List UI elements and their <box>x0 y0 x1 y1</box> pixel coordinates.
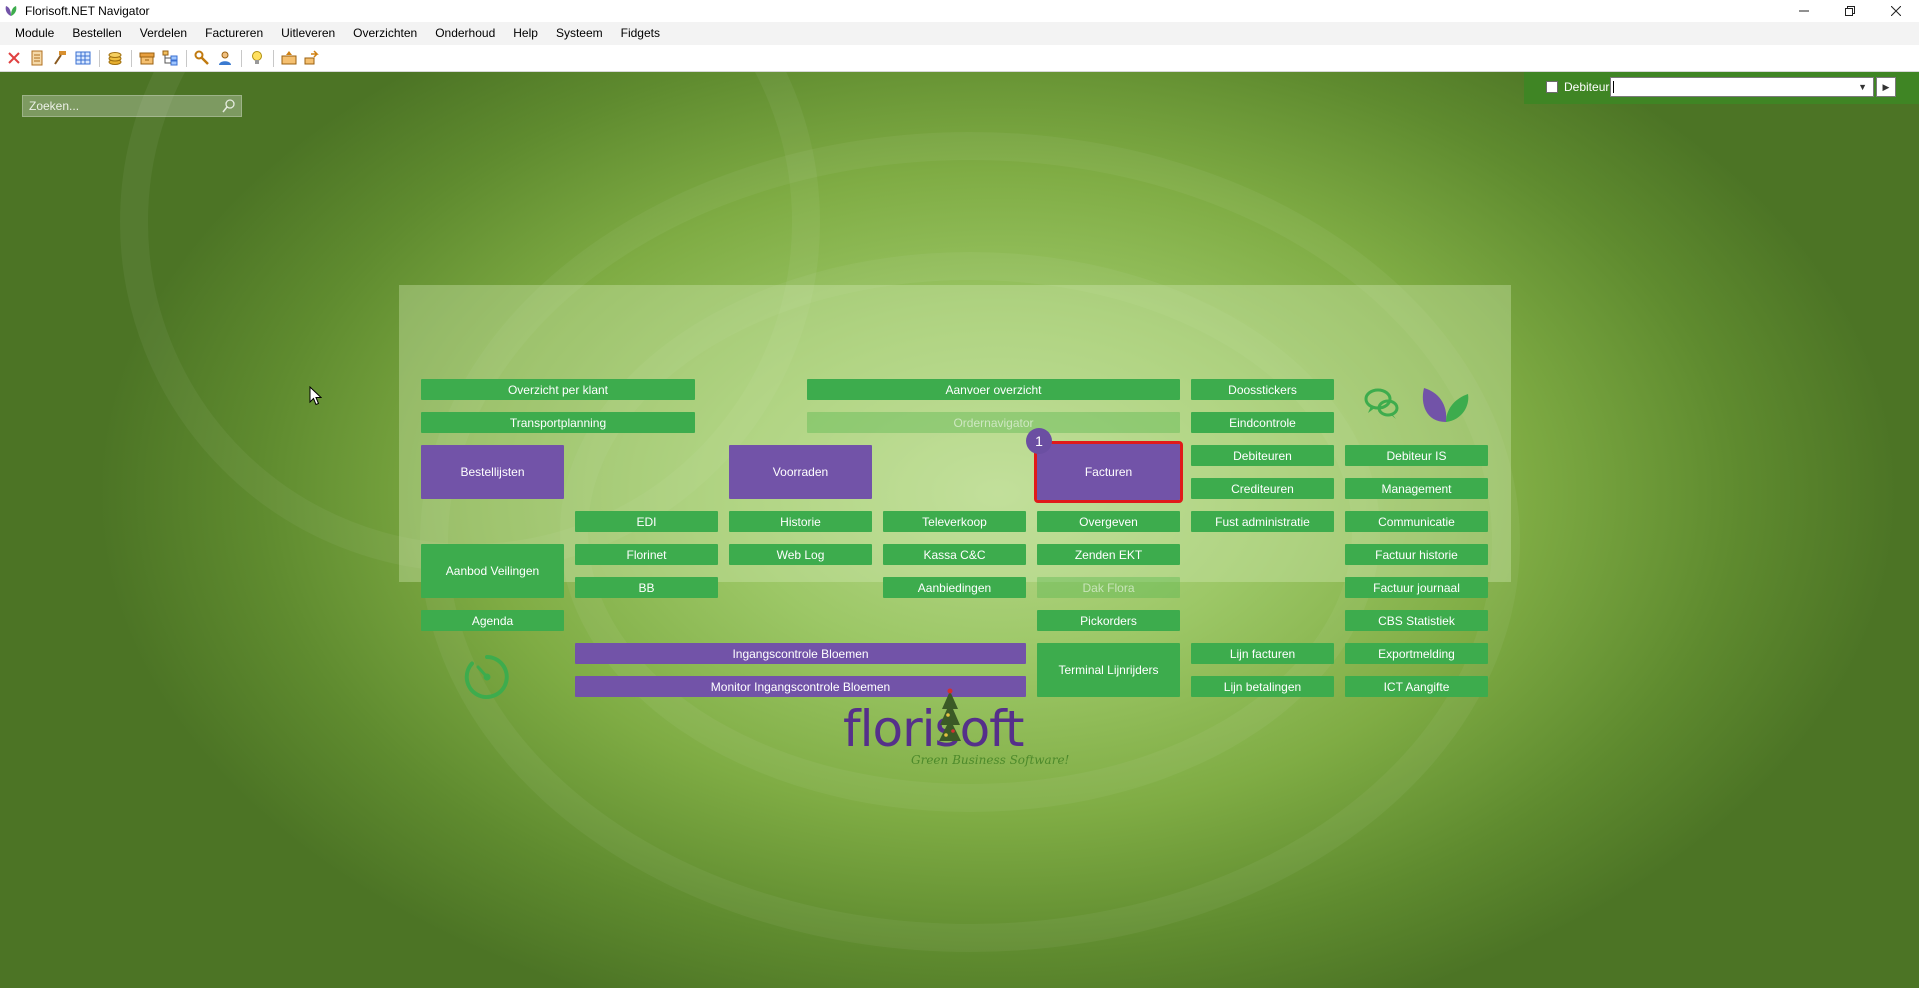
toolbar-separator <box>99 49 100 67</box>
minimize-icon[interactable] <box>1781 0 1827 22</box>
lightbulb-icon[interactable] <box>247 48 267 68</box>
menu-onderhoud[interactable]: Onderhoud <box>426 22 504 45</box>
document-icon[interactable] <box>27 48 47 68</box>
menu-bestellen[interactable]: Bestellen <box>63 22 130 45</box>
tile-lijn-facturen[interactable]: Lijn facturen <box>1191 643 1334 664</box>
tile-overzicht-per-klant[interactable]: Overzicht per klant <box>421 379 695 400</box>
tile-bestellijsten[interactable]: Bestellijsten <box>421 445 564 499</box>
tile-debiteur-is[interactable]: Debiteur IS <box>1345 445 1488 466</box>
tile-pickorders[interactable]: Pickorders <box>1037 610 1180 631</box>
toolbar-separator <box>131 49 132 67</box>
hammer-icon[interactable] <box>50 48 70 68</box>
tile-aanbod-veilingen[interactable]: Aanbod Veilingen <box>421 544 564 598</box>
menu-verdelen[interactable]: Verdelen <box>131 22 196 45</box>
menu-overzichten[interactable]: Overzichten <box>344 22 426 45</box>
chat-bubbles-icon[interactable] <box>1363 386 1401 422</box>
debiteur-label: Debiteur <box>1564 80 1610 94</box>
text-caret <box>1613 81 1614 93</box>
search-icon[interactable] <box>221 98 237 114</box>
tile-overgeven[interactable]: Overgeven <box>1037 511 1180 532</box>
debiteur-combobox[interactable]: ▼ <box>1610 77 1874 97</box>
tile-facturen[interactable]: Facturen <box>1034 441 1183 503</box>
timer-icon[interactable] <box>464 654 510 700</box>
tile-transportplanning[interactable]: Transportplanning <box>421 412 695 433</box>
tile-ordernavigator: Ordernavigator <box>807 412 1180 433</box>
menu-uitleveren[interactable]: Uitleveren <box>272 22 344 45</box>
tile-bb[interactable]: BB <box>575 577 718 598</box>
tile-lijn-betalingen[interactable]: Lijn betalingen <box>1191 676 1334 697</box>
tile-eindcontrole[interactable]: Eindcontrole <box>1191 412 1334 433</box>
menu-module[interactable]: Module <box>6 22 63 45</box>
logo-tagline: Green Business Software! <box>911 753 1070 767</box>
mouse-cursor-icon <box>309 386 322 406</box>
menu-bar: Module Bestellen Verdelen Factureren Uit… <box>0 22 1919 45</box>
toolbar-separator <box>241 49 242 67</box>
tile-factuur-journaal[interactable]: Factuur journaal <box>1345 577 1488 598</box>
title-bar: Florisoft.NET Navigator <box>0 0 1919 22</box>
close-icon[interactable] <box>1873 0 1919 22</box>
window-title: Florisoft.NET Navigator <box>25 4 150 18</box>
user-icon[interactable] <box>215 48 235 68</box>
tile-web-log[interactable]: Web Log <box>729 544 872 565</box>
tile-doosstickers[interactable]: Doosstickers <box>1191 379 1334 400</box>
leaf-logo-icon <box>1422 388 1469 422</box>
transfer-icon[interactable] <box>279 48 299 68</box>
florisoft-logo: florisoft Green Business Software! <box>843 687 1083 782</box>
close-icon[interactable] <box>4 48 24 68</box>
arrow-right-icon[interactable]: ▶ <box>1876 77 1896 97</box>
tile-debiteuren[interactable]: Debiteuren <box>1191 445 1334 466</box>
tile-kassa-cc[interactable]: Kassa C&C <box>883 544 1026 565</box>
tile-communicatie[interactable]: Communicatie <box>1345 511 1488 532</box>
tile-televerkoop[interactable]: Televerkoop <box>883 511 1026 532</box>
wrench-icon[interactable] <box>192 48 212 68</box>
search-input[interactable]: Zoeken... <box>22 95 242 117</box>
menu-factureren[interactable]: Factureren <box>196 22 272 45</box>
tile-factuur-historie[interactable]: Factuur historie <box>1345 544 1488 565</box>
toolbar-separator <box>186 49 187 67</box>
export-icon[interactable] <box>302 48 322 68</box>
archive-icon[interactable] <box>137 48 157 68</box>
christmas-tree-icon <box>939 688 961 741</box>
module-tile-panel <box>399 285 1511 582</box>
tree-icon[interactable] <box>160 48 180 68</box>
toolbar <box>0 45 1919 72</box>
logo-wordmark: florisoft <box>843 700 1025 758</box>
florisoft-app-icon <box>5 6 17 16</box>
tile-historie[interactable]: Historie <box>729 511 872 532</box>
restore-icon[interactable] <box>1827 0 1873 22</box>
tile-edi[interactable]: EDI <box>575 511 718 532</box>
menu-help[interactable]: Help <box>504 22 547 45</box>
step-badge: 1 <box>1026 428 1052 454</box>
tile-aanbiedingen[interactable]: Aanbiedingen <box>883 577 1026 598</box>
tile-aanvoer-overzicht[interactable]: Aanvoer overzicht <box>807 379 1180 400</box>
tile-zenden-ekt[interactable]: Zenden EKT <box>1037 544 1180 565</box>
menu-systeem[interactable]: Systeem <box>547 22 612 45</box>
debiteur-selector: Debiteur ▼ ▶ <box>1524 72 1919 104</box>
tile-fust-administratie[interactable]: Fust administratie <box>1191 511 1334 532</box>
tile-management[interactable]: Management <box>1345 478 1488 499</box>
debiteur-checkbox[interactable] <box>1546 81 1558 93</box>
grid-icon[interactable] <box>73 48 93 68</box>
tile-florinet[interactable]: Florinet <box>575 544 718 565</box>
tile-voorraden[interactable]: Voorraden <box>729 445 872 499</box>
tile-agenda[interactable]: Agenda <box>421 610 564 631</box>
toolbar-separator <box>273 49 274 67</box>
tile-crediteuren[interactable]: Crediteuren <box>1191 478 1334 499</box>
tile-dak-flora: Dak Flora <box>1037 577 1180 598</box>
menu-fidgets[interactable]: Fidgets <box>612 22 669 45</box>
tile-cbs-statistiek[interactable]: CBS Statistiek <box>1345 610 1488 631</box>
coins-icon[interactable] <box>105 48 125 68</box>
tile-exportmelding[interactable]: Exportmelding <box>1345 643 1488 664</box>
tile-ict-aangifte[interactable]: ICT Aangifte <box>1345 676 1488 697</box>
tile-ingangscontrole-bloemen[interactable]: Ingangscontrole Bloemen <box>575 643 1026 664</box>
search-placeholder: Zoeken... <box>29 99 80 113</box>
chevron-down-icon[interactable]: ▼ <box>1858 82 1867 92</box>
